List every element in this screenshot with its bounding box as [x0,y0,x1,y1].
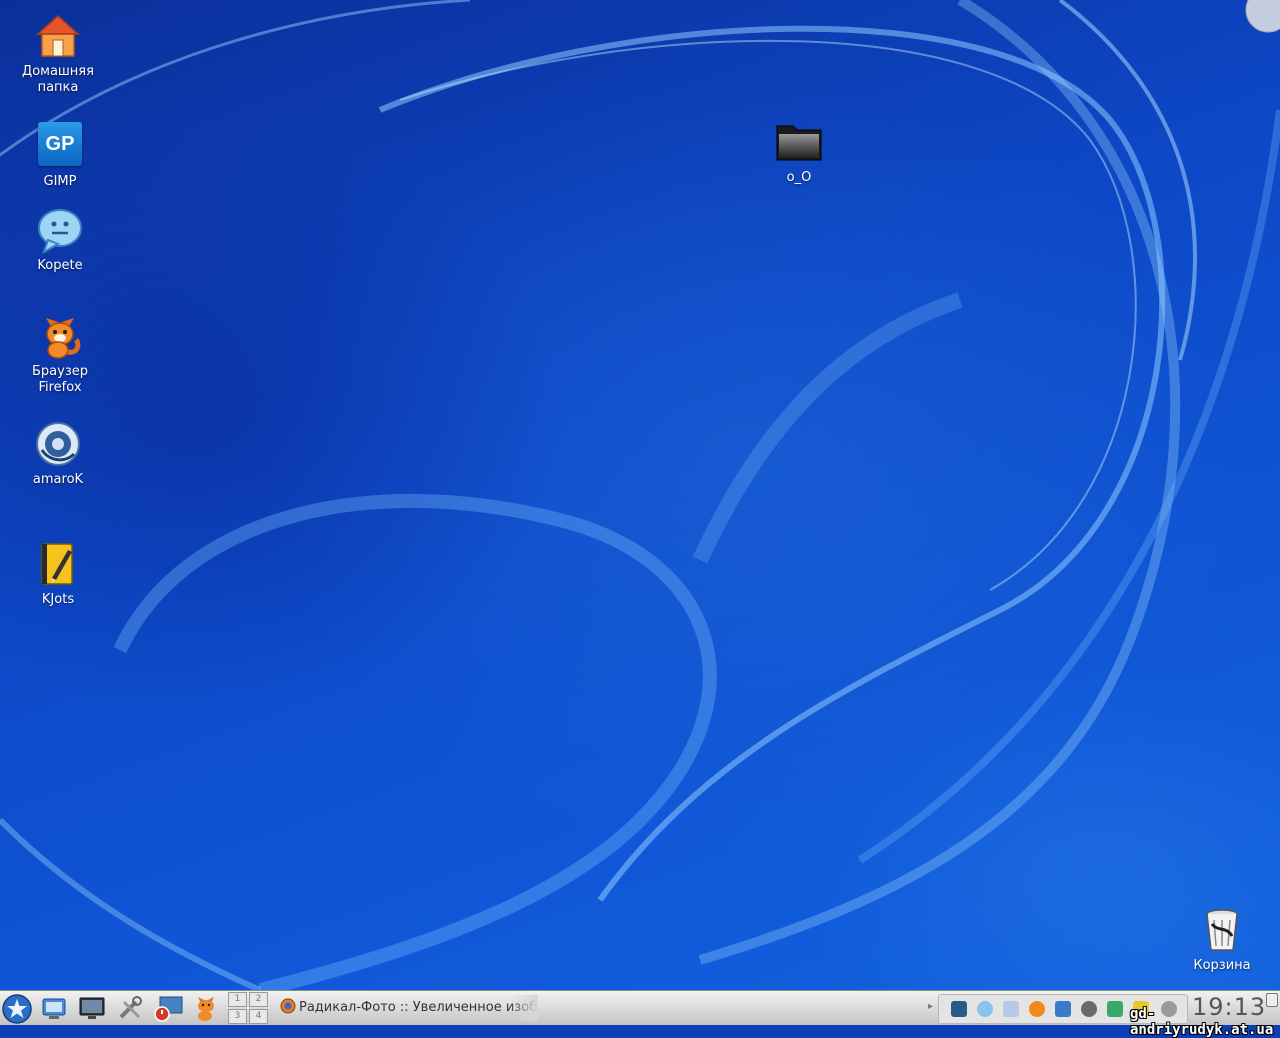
pager-desktop-4[interactable]: 4 [249,1009,268,1024]
desktop-icon-amarok[interactable]: amaroK [8,420,108,488]
firefox-icon [280,998,296,1014]
notes-icon[interactable] [1003,1001,1019,1017]
lock-icon[interactable] [1266,993,1278,1007]
folder-icon [775,118,823,166]
system-launcher[interactable] [154,994,183,1022]
firefox-launcher[interactable] [192,994,220,1022]
desktop-icon-label: Kopete [37,258,83,273]
taskbar: 1 2 3 4 Радикал-Фото :: Увеличенное изоб… [0,990,1280,1025]
desktop-icon-firefox[interactable]: Браузер Firefox [10,312,110,396]
update-icon[interactable] [1107,1001,1123,1017]
start-menu-button[interactable] [2,994,32,1024]
webcam-icon[interactable] [1081,1001,1097,1017]
task-title: Радикал-Фото :: Увеличенное изоб [299,1000,538,1015]
screen-lock-icon [154,996,183,1022]
kopete-tray-icon[interactable] [977,1001,993,1017]
desktop-icon-folder[interactable]: o_O [749,118,849,186]
trash-icon [1198,906,1246,954]
help-icon[interactable] [1029,1001,1045,1017]
control-center-launcher[interactable] [116,994,144,1022]
taskbar-task-firefox[interactable]: Радикал-Фото :: Увеличенное изоб [280,995,538,1021]
pager-desktop-1[interactable]: 1 [228,992,247,1007]
desktop: Домашняя папка GP GIMP Kopete Браузер Fi… [0,0,1280,990]
amarok-icon [34,420,82,468]
desktop-icon-label: KJots [41,592,75,607]
desktop-icon-label: o_O [786,170,812,185]
wallpaper-swirls [0,0,1280,990]
computer-icon [42,998,66,1019]
kde-menu-icon [2,994,32,1024]
gimp-badge: GP [38,122,82,166]
firefox-icon [198,997,214,1021]
home-folder-icon [34,12,82,60]
desktop-icon-label: GIMP [43,174,77,189]
tray-arrow-icon[interactable]: ▸ [928,1001,933,1012]
pager-desktop-2[interactable]: 2 [249,992,268,1007]
kopete-icon [36,206,84,255]
desktop-icon-kjots[interactable]: KJots [8,540,108,608]
monitor-icon [79,997,105,1019]
desktop-icon-label: amaroK [32,472,84,487]
desktop-icon-label: Браузер Firefox [32,364,88,395]
desktop-icon-home[interactable]: Домашняя папка [8,12,108,96]
gimp-icon: GP [36,122,84,170]
kjots-icon [34,540,82,588]
desktop-icon-kopete[interactable]: Kopete [10,206,110,274]
desktop-icon-label: Домашняя папка [22,64,94,95]
firefox-icon [36,312,84,360]
tools-icon [119,996,142,1019]
watermark: gd-andriyrudyk.at.ua [1130,1006,1274,1038]
network-icon[interactable] [1055,1001,1071,1017]
desktop-pager: 1 2 3 4 [228,992,272,1024]
desktop-icon-trash[interactable]: Корзина [1172,906,1272,974]
pager-desktop-3[interactable]: 3 [228,1009,247,1024]
klipper-icon[interactable] [951,1001,967,1017]
file-manager-launcher[interactable] [40,994,68,1022]
desktop-launcher[interactable] [78,994,106,1022]
desktop-icon-label: Корзина [1193,958,1251,973]
desktop-icon-gimp[interactable]: GP GIMP [10,120,110,190]
